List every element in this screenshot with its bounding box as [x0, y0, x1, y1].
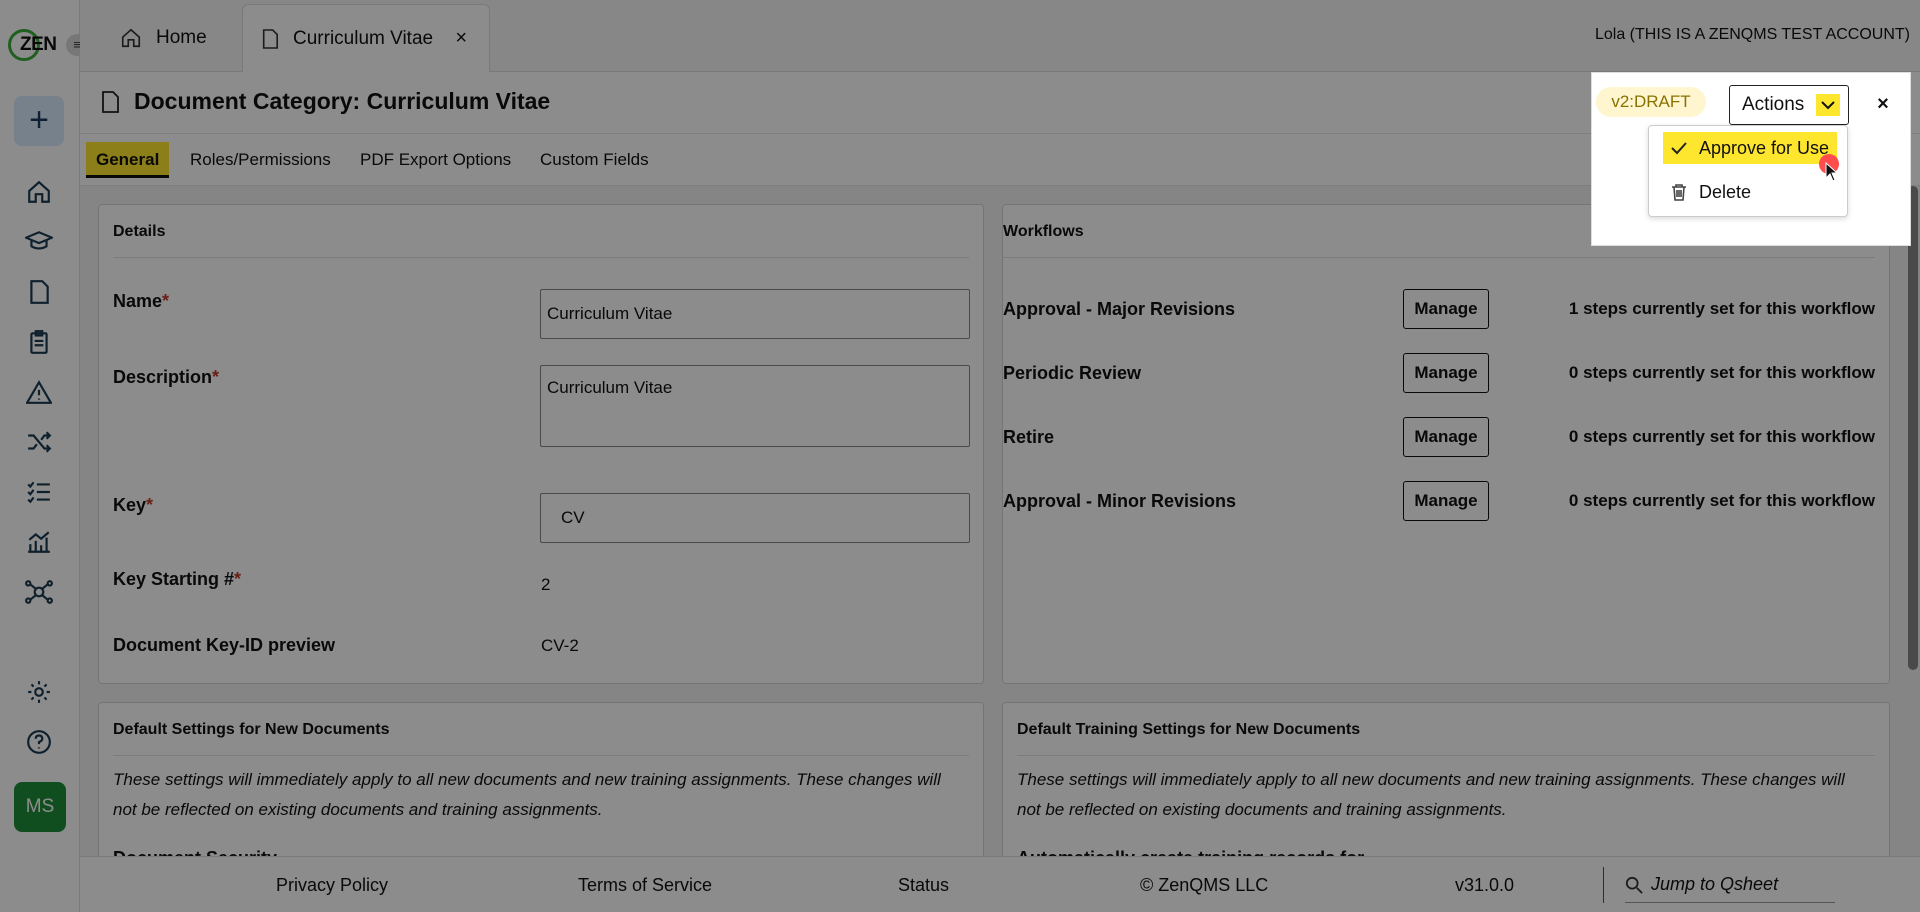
- menu-item-delete[interactable]: Delete: [1663, 176, 1759, 208]
- version-status-badge: v2:DRAFT: [1596, 87, 1706, 117]
- trash-icon: [1671, 183, 1687, 201]
- close-icon[interactable]: ×: [1870, 91, 1896, 117]
- mouse-cursor-icon: [1825, 161, 1839, 187]
- approve-for-use-label: Approve for Use: [1699, 137, 1830, 158]
- chevron-down-icon: [1816, 94, 1840, 116]
- menu-item-approve-for-use[interactable]: Approve for Use: [1663, 132, 1838, 164]
- actions-menu: Approve for Use Delete: [1648, 125, 1848, 217]
- actions-region: v2:DRAFT Actions × Approve for Use Delet…: [1591, 72, 1911, 246]
- delete-label: Delete: [1699, 181, 1752, 202]
- check-icon: [1671, 141, 1687, 155]
- actions-dropdown-button[interactable]: Actions: [1729, 85, 1849, 125]
- actions-label: Actions: [1742, 94, 1805, 115]
